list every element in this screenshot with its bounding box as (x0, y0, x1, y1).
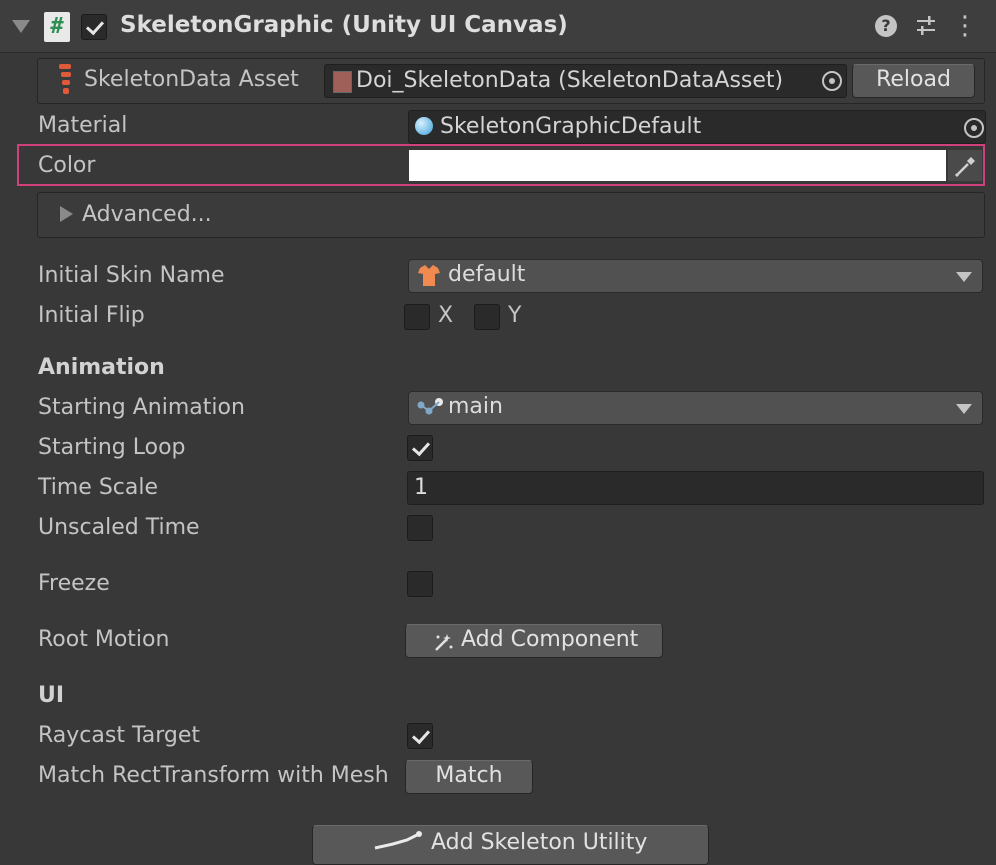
eyedropper-icon (954, 157, 975, 178)
match-label-clip: Match RectTransform with Mesh (38, 760, 397, 794)
animation-icon (417, 398, 443, 415)
raycast-target-label: Raycast Target (38, 723, 201, 748)
presets-icon-glyph (917, 16, 935, 35)
flip-y-checkbox[interactable] (474, 304, 500, 330)
starting-animation-value: main (448, 394, 503, 419)
help-icon[interactable]: ? (871, 11, 901, 41)
time-scale-value: 1 (414, 475, 428, 500)
color-swatch[interactable] (409, 150, 946, 181)
skeleton-data-label: SkeletonData Asset (84, 67, 299, 92)
starting-animation-dropdown[interactable]: main (408, 391, 983, 425)
dropdown-arrow-icon (956, 272, 972, 282)
raycast-target-checkbox[interactable] (407, 723, 433, 749)
material-label: Material (38, 113, 128, 138)
advanced-label[interactable]: Advanced... (82, 202, 212, 227)
initial-skin-dropdown[interactable]: default (408, 259, 983, 293)
help-icon-glyph: ? (875, 15, 897, 37)
material-field[interactable]: SkeletonGraphicDefault (408, 110, 986, 144)
reload-button[interactable]: Reload (852, 64, 975, 98)
eyedropper-button[interactable] (948, 150, 982, 181)
advanced-foldout-icon[interactable] (60, 206, 73, 222)
starting-animation-label: Starting Animation (38, 395, 245, 420)
flip-y-label: Y (508, 303, 522, 328)
time-scale-field[interactable]: 1 (407, 471, 984, 505)
add-component-label: Add Component (461, 627, 639, 652)
material-sphere-icon (415, 117, 433, 135)
skin-icon (418, 265, 440, 286)
add-component-button[interactable]: Add Component (405, 624, 663, 658)
dropdown-arrow-icon (956, 404, 972, 414)
starting-loop-label: Starting Loop (38, 435, 186, 460)
initial-skin-label: Initial Skin Name (38, 263, 225, 288)
ui-section-header: UI (38, 683, 65, 708)
material-value: SkeletonGraphicDefault (440, 114, 702, 139)
more-options-icon[interactable]: ⋮ (950, 11, 980, 41)
component-title: SkeletonGraphic (Unity UI Canvas) (120, 12, 568, 38)
script-icon: # (44, 12, 70, 42)
add-skeleton-utility-button[interactable]: Add Skeleton Utility (312, 825, 709, 865)
skeleton-data-value: Doi_SkeletonData (SkeletonDataAsset) (356, 68, 784, 93)
root-motion-label: Root Motion (38, 627, 170, 652)
unscaled-time-label: Unscaled Time (38, 515, 200, 540)
skeleton-data-field[interactable]: Doi_SkeletonData (SkeletonDataAsset) (324, 64, 847, 98)
unscaled-time-checkbox[interactable] (407, 515, 433, 541)
add-skeleton-utility-label: Add Skeleton Utility (431, 830, 648, 855)
starting-loop-checkbox[interactable] (407, 435, 433, 461)
initial-flip-label: Initial Flip (38, 303, 145, 328)
flip-x-checkbox[interactable] (404, 304, 430, 330)
freeze-checkbox[interactable] (407, 571, 433, 597)
color-label: Color (38, 153, 96, 178)
presets-icon[interactable] (911, 11, 941, 41)
initial-skin-value: default (448, 262, 526, 287)
match-recttransform-label: Match RectTransform with Mesh (38, 763, 389, 788)
add-component-icon (435, 634, 453, 651)
skeleton-data-asset-icon (333, 71, 352, 93)
match-button[interactable]: Match (405, 760, 533, 794)
flip-x-label: X (438, 303, 454, 328)
freeze-label: Freeze (38, 571, 110, 596)
time-scale-label: Time Scale (38, 475, 159, 500)
material-picker-icon[interactable] (964, 118, 984, 138)
spine-icon (59, 64, 71, 94)
component-enabled-checkbox[interactable] (81, 14, 107, 40)
object-picker-icon[interactable] (822, 71, 842, 91)
foldout-toggle-icon[interactable] (12, 20, 30, 33)
skeleton-utility-icon (374, 831, 422, 850)
animation-section-header: Animation (38, 355, 165, 380)
